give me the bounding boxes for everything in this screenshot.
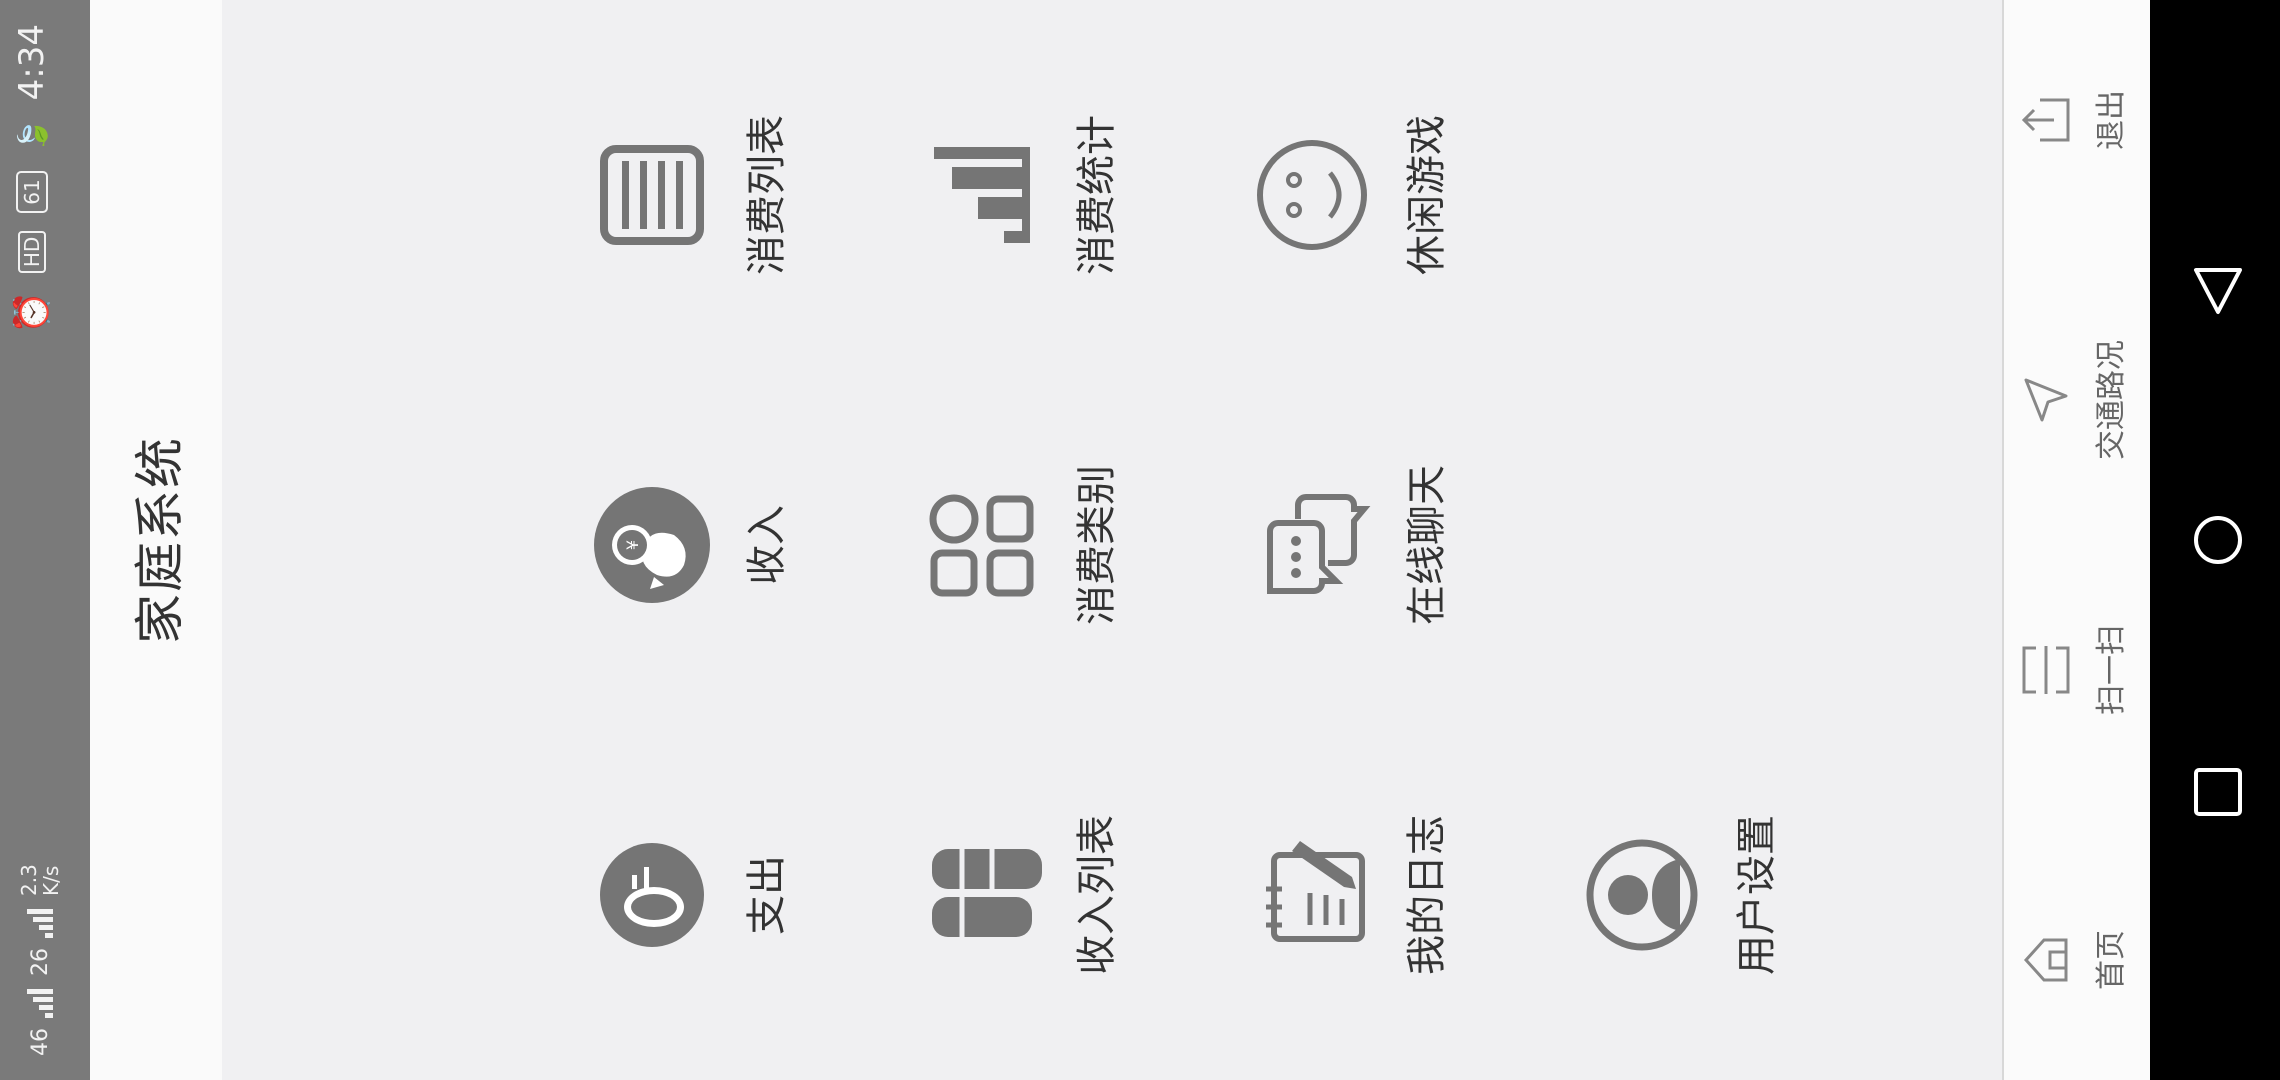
notebook-icon — [1266, 841, 1365, 942]
alarm-icon: ⏰ — [12, 291, 52, 334]
coin-stack-icon — [600, 843, 704, 947]
nav-label-exit: 退出 — [2094, 90, 2129, 150]
system-nav-bar — [2150, 0, 2280, 1080]
nav-exit[interactable]: 退出 — [2018, 20, 2130, 220]
stacked-coins-icon — [932, 849, 1042, 937]
list-icon — [600, 145, 704, 245]
status-bar: 46 26 2.3 K/s ⏰ HD 61 🍃 4:34 — [0, 0, 90, 1080]
signal-label-1: 46 — [27, 1028, 53, 1056]
back-triangle-icon[interactable] — [2190, 262, 2246, 318]
signal-label-2: 26 — [27, 948, 53, 976]
category-icon — [929, 494, 1034, 597]
menu-label-chat: 在线聊天 — [1404, 465, 1450, 625]
signal-icon-2 — [27, 906, 53, 938]
battery-icon: 61 — [16, 171, 48, 213]
scan-icon — [2022, 646, 2070, 694]
user-icon — [1586, 839, 1698, 951]
bar-chart-icon — [934, 147, 1030, 243]
bottom-nav: 首页 扫一扫 交通路况 退出 — [2002, 0, 2152, 1080]
leaf-icon: 🍃 — [15, 118, 49, 154]
network-speed: 2.3 K/s — [17, 864, 63, 896]
menu-label-income: 收入 — [744, 505, 790, 585]
status-left: 46 26 2.3 K/s — [17, 864, 63, 1056]
menu-label-expense-list: 消费列表 — [744, 115, 790, 275]
menu-label-category: 消费类别 — [1074, 465, 1120, 625]
nav-label-home: 首页 — [2094, 930, 2129, 990]
recent-apps-icon[interactable] — [2190, 764, 2246, 820]
menu-label-expense: 支出 — [744, 855, 790, 935]
app-header: 家庭系统 — [90, 0, 222, 1080]
smiley-icon — [1257, 140, 1367, 250]
navigation-arrow-icon — [2024, 378, 2068, 422]
menu-panel: 支出 ¥ 收入 消费列表 收入列表 消费类别 消费统计 我的日志 在线聊天 休闲… — [222, 0, 2002, 1080]
exit-icon — [2021, 98, 2070, 142]
status-right: ⏰ HD 61 🍃 4:34 — [12, 24, 52, 333]
screen: 46 26 2.3 K/s ⏰ HD 61 🍃 4:34 家庭系统 支出 ¥ 收… — [0, 0, 2280, 1080]
nav-label-traffic: 交通路况 — [2094, 340, 2129, 460]
page-title: 家庭系统 — [131, 436, 189, 644]
speed-unit: K/s — [39, 865, 63, 896]
menu-label-user-settings: 用户设置 — [1734, 815, 1780, 975]
nav-traffic[interactable]: 交通路况 — [2018, 300, 2130, 500]
home-icon — [2023, 938, 2068, 982]
clock: 4:34 — [12, 24, 52, 101]
nav-label-scan: 扫一扫 — [2094, 625, 2129, 715]
nav-home[interactable]: 首页 — [2018, 860, 2130, 1060]
signal-icon — [27, 986, 53, 1018]
chat-icon — [1267, 494, 1371, 594]
menu-label-diary: 我的日志 — [1404, 815, 1450, 975]
home-circle-icon[interactable] — [2190, 512, 2246, 568]
svg-text:¥: ¥ — [623, 540, 642, 550]
menu-label-income-list: 收入列表 — [1074, 815, 1120, 975]
menu-label-games: 休闲游戏 — [1404, 115, 1450, 275]
menu-label-statistics: 消费统计 — [1074, 115, 1120, 275]
speed-value: 2.3 — [17, 864, 41, 896]
hd-badge: HD — [18, 230, 46, 274]
money-bag-icon: ¥ — [594, 487, 710, 603]
nav-scan[interactable]: 扫一扫 — [2018, 570, 2130, 770]
rotated-app: 46 26 2.3 K/s ⏰ HD 61 🍃 4:34 家庭系统 支出 ¥ 收… — [0, 0, 2280, 1080]
